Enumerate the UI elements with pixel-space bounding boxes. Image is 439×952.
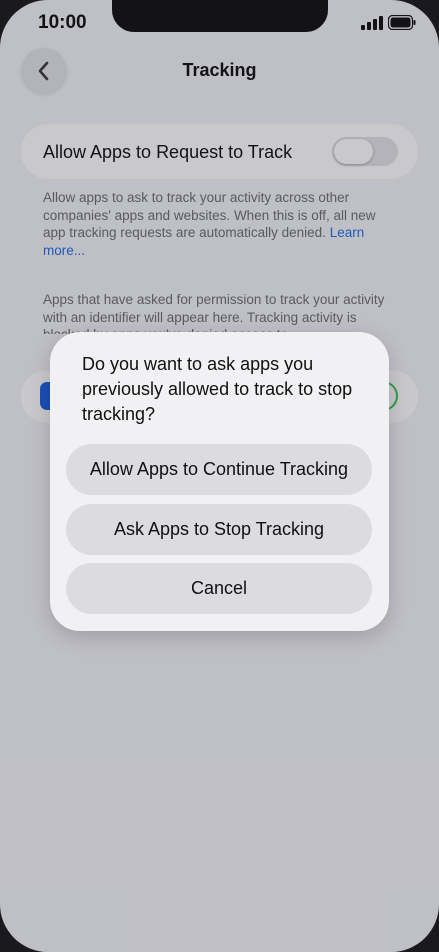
dialog-message: Do you want to ask apps you previously a… <box>82 354 353 424</box>
stop-tracking-button[interactable]: Ask Apps to Stop Tracking <box>66 504 372 555</box>
continue-tracking-button[interactable]: Allow Apps to Continue Tracking <box>66 444 372 495</box>
cancel-button[interactable]: Cancel <box>66 563 372 614</box>
phone-screen: 10:00 Tracking Allow Apps to Request to … <box>0 0 439 952</box>
tracking-dialog: Do you want to ask apps you previously a… <box>50 332 389 631</box>
